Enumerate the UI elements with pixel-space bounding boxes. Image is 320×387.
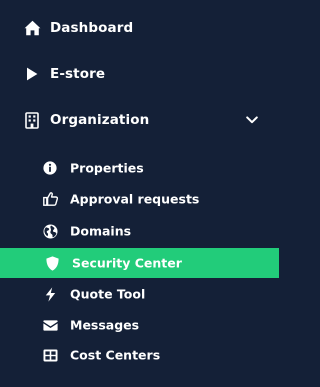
sidebar-nav: Dashboard E-store Organization Propertie… [0,0,279,387]
sub-item-label: Domains [70,223,132,239]
nav-item-label: Dashboard [50,20,134,36]
thumbs-up-icon [42,191,58,207]
table-icon [42,347,58,363]
nav-item-organization[interactable]: Organization [0,106,279,134]
envelope-icon [42,317,58,333]
sub-item-approval-requests[interactable]: Approval requests [0,185,279,213]
sub-item-domains[interactable]: Domains [0,217,279,245]
sub-item-label: Cost Centers [70,347,161,363]
nav-item-label: E-store [50,66,106,82]
nav-item-estore[interactable]: E-store [0,60,279,88]
sub-item-properties[interactable]: Properties [0,154,279,182]
globe-icon [42,223,58,239]
shield-icon [44,255,60,271]
nav-item-label: Organization [50,112,150,128]
nav-item-dashboard[interactable]: Dashboard [0,14,279,42]
play-icon [23,65,41,83]
building-icon [23,111,41,129]
sub-item-label: Security Center [72,255,182,271]
sub-item-security-center[interactable]: Security Center [0,248,279,278]
chevron-down-icon[interactable] [245,113,259,127]
sub-item-messages[interactable]: Messages [0,311,279,339]
sub-item-label: Properties [70,160,144,176]
home-icon [23,19,41,37]
sub-item-cost-centers[interactable]: Cost Centers [0,341,279,369]
bolt-icon [42,286,58,302]
sub-item-label: Quote Tool [70,286,146,302]
sub-item-label: Approval requests [70,191,200,207]
sub-item-label: Messages [70,317,140,333]
sub-item-quote-tool[interactable]: Quote Tool [0,280,279,308]
info-icon [42,160,58,176]
